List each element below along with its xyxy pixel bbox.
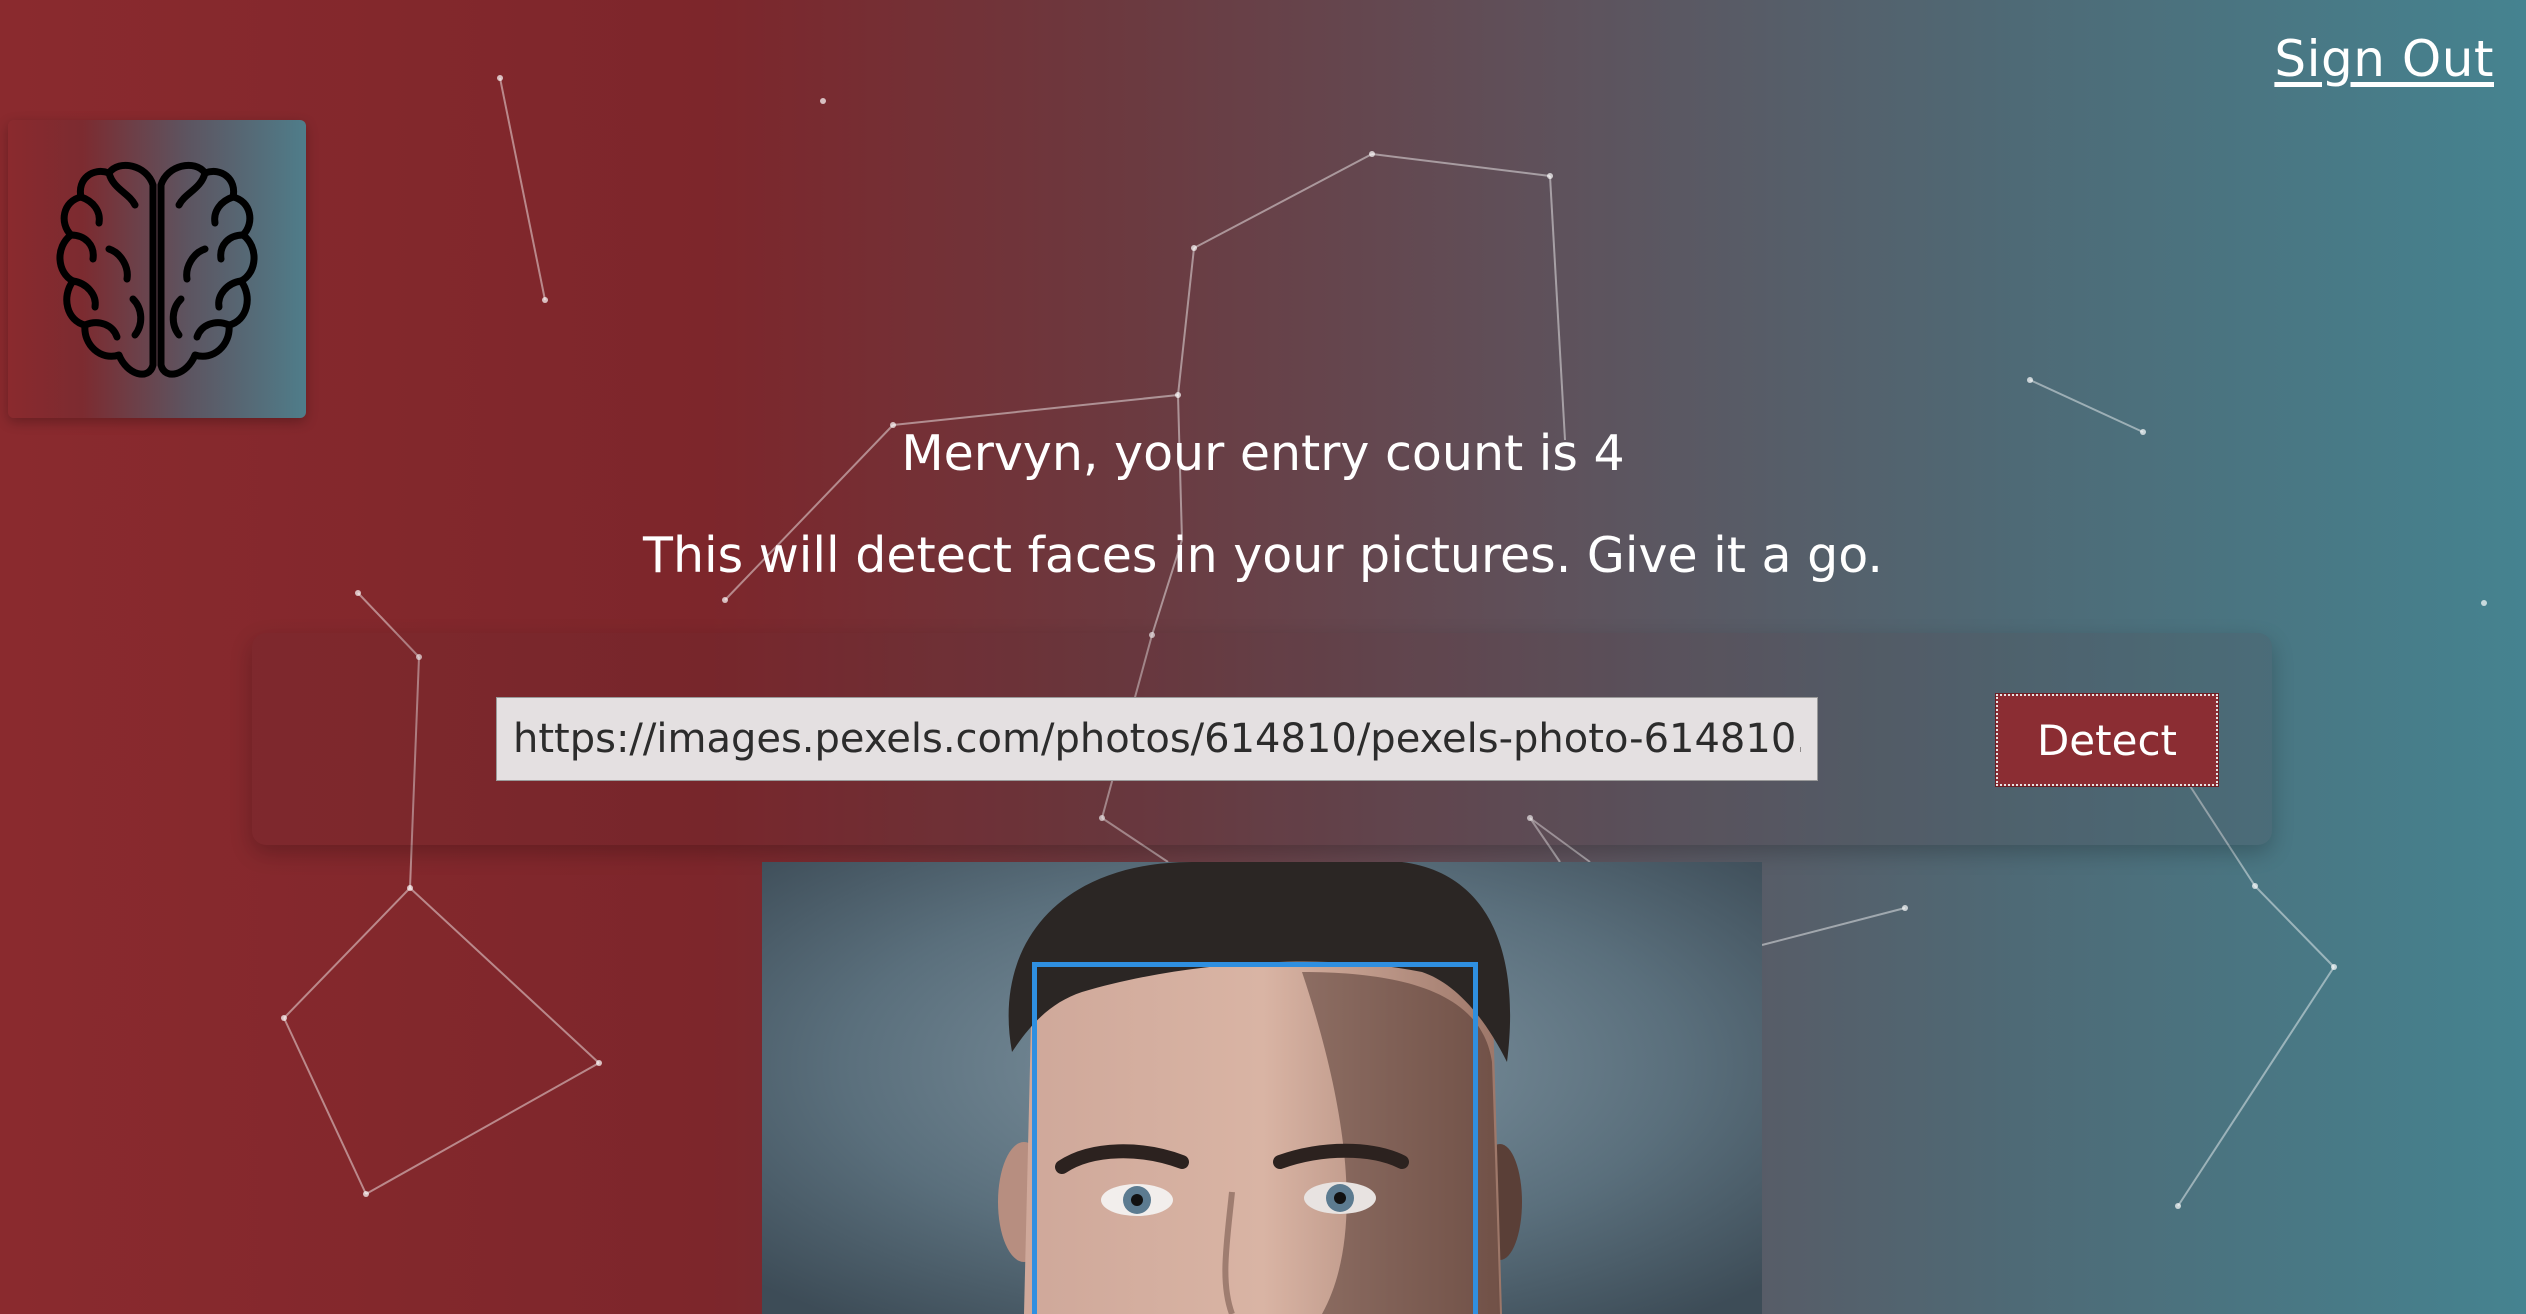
top-nav: Sign Out <box>2274 30 2494 88</box>
description-text: This will detect faces in your pictures.… <box>643 527 1883 584</box>
logo[interactable] <box>8 120 306 418</box>
face-bounding-box <box>1032 962 1478 1314</box>
detect-button[interactable]: Detect <box>1995 693 2219 787</box>
entry-count-text: Mervyn, your entry count is 4 <box>901 425 1625 482</box>
sign-out-link[interactable]: Sign Out <box>2274 30 2494 88</box>
image-url-form: Detect <box>252 633 2272 845</box>
image-url-input[interactable] <box>496 697 1818 781</box>
brain-icon <box>56 161 258 378</box>
face-photo <box>762 862 1762 1314</box>
